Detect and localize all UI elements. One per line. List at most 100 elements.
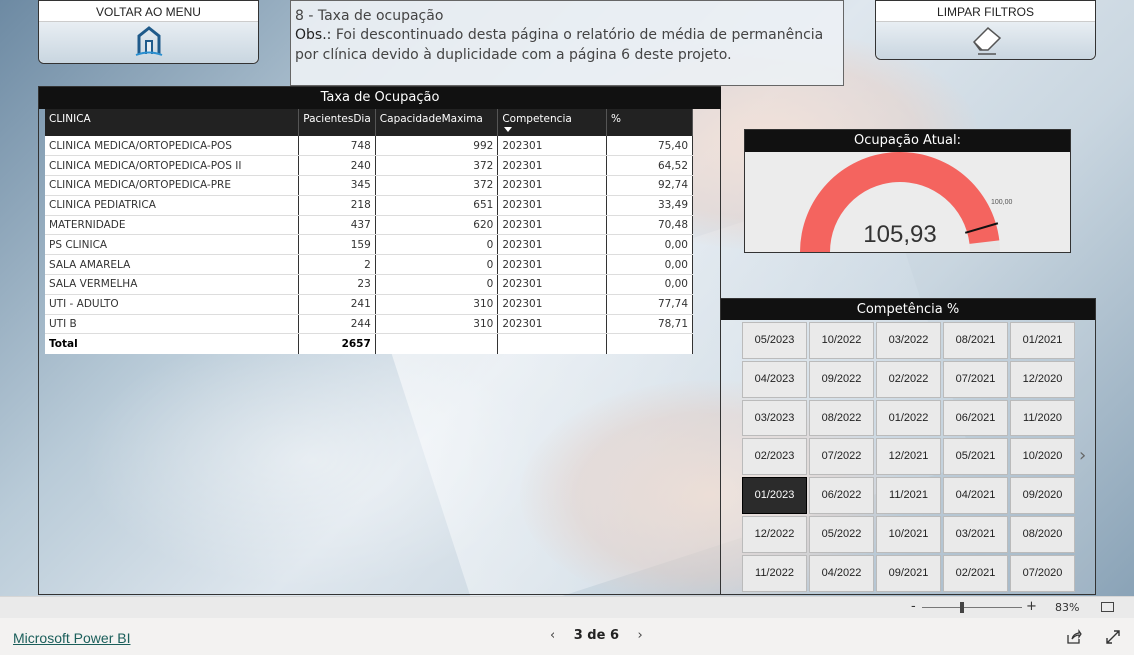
slicer-item[interactable]: 06/2021 xyxy=(943,399,1008,437)
table-row[interactable]: PS CLINICA 159 0 202301 0,00 xyxy=(45,234,693,256)
table-cell: SALA AMARELA xyxy=(45,254,300,276)
occupancy-table[interactable]: CLINICA PacientesDia CapacidadeMaxima Co… xyxy=(45,109,693,354)
table-cell: CLINICA MEDICA/ORTOPEDICA-POS II xyxy=(45,155,300,177)
zoom-slider-thumb[interactable] xyxy=(960,602,964,613)
slicer-item[interactable]: 09/2021 xyxy=(876,554,941,592)
table-row[interactable]: SALA AMARELA 2 0 202301 0,00 xyxy=(45,254,693,276)
table-cell: 202301 xyxy=(497,175,607,196)
slicer-item[interactable]: 04/2023 xyxy=(742,360,807,398)
occupancy-table-panel: Taxa de Ocupação CLINICA PacientesDia Ca… xyxy=(38,86,721,595)
slicer-item[interactable]: 09/2020 xyxy=(1010,477,1075,514)
slicer-item[interactable]: 01/2023 xyxy=(742,477,807,514)
report-canvas: VOLTAR AO MENU 8 - Taxa de ocupação Obs.… xyxy=(0,0,1134,596)
table-row[interactable]: MATERNIDADE 437 620 202301 70,48 xyxy=(45,215,693,236)
slicer-item[interactable]: 07/2020 xyxy=(1010,554,1075,592)
slicer-item[interactable]: 05/2022 xyxy=(809,515,874,553)
table-cell: 64,52 xyxy=(606,155,693,177)
page-note-label: Obs.: xyxy=(295,27,332,43)
back-to-menu-face[interactable] xyxy=(39,22,258,63)
slicer-item[interactable]: 06/2022 xyxy=(809,477,874,514)
table-cell: 202301 xyxy=(497,314,607,335)
slicer-item[interactable]: 01/2021 xyxy=(1010,322,1075,359)
table-cell: 2 xyxy=(298,254,376,276)
slicer-next-icon[interactable]: › xyxy=(1079,445,1086,466)
slicer-item[interactable]: 11/2021 xyxy=(876,477,941,514)
zoom-out-button[interactable]: - xyxy=(911,599,916,614)
clear-filters-face[interactable] xyxy=(876,22,1095,59)
page-indicator: 3 de 6 xyxy=(573,628,619,643)
slicer-item[interactable]: 03/2023 xyxy=(742,399,807,437)
slicer-item[interactable]: 10/2022 xyxy=(809,322,874,359)
slicer-item[interactable]: 10/2020 xyxy=(1010,438,1075,476)
slicer-title: Competência % xyxy=(721,299,1095,320)
footer-bar: Microsoft Power BI ‹ 3 de 6 › xyxy=(0,618,1134,655)
slicer-item[interactable]: 02/2023 xyxy=(742,438,807,476)
slicer-item[interactable]: 12/2022 xyxy=(742,515,807,553)
table-cell: 0 xyxy=(375,274,499,295)
table-cell: CLINICA PEDIATRICA xyxy=(45,195,300,216)
slicer-item[interactable]: 11/2020 xyxy=(1010,399,1075,437)
table-cell: 75,40 xyxy=(606,136,693,157)
back-to-menu-button[interactable]: VOLTAR AO MENU xyxy=(38,0,259,64)
zoom-in-button[interactable]: + xyxy=(1026,599,1037,614)
table-row[interactable]: SALA VERMELHA 23 0 202301 0,00 xyxy=(45,274,693,295)
table-cell: 0,00 xyxy=(606,274,693,295)
gauge-graphic: 100,00 105,93 xyxy=(800,152,1013,252)
next-page-button[interactable]: › xyxy=(624,628,657,643)
table-cell: 0 xyxy=(375,254,499,276)
slicer-item[interactable]: 07/2021 xyxy=(943,360,1008,398)
total-cell: 2657 xyxy=(298,333,376,354)
slicer-item[interactable]: 04/2022 xyxy=(809,554,874,592)
slicer-item[interactable]: 08/2022 xyxy=(809,399,874,437)
table-row[interactable]: UTI - ADULTO 241 310 202301 77,74 xyxy=(45,294,693,315)
slicer-item[interactable]: 08/2021 xyxy=(943,322,1008,359)
slicer-item[interactable]: 01/2022 xyxy=(876,399,941,437)
slicer-item[interactable]: 07/2022 xyxy=(809,438,874,476)
slicer-item[interactable]: 08/2020 xyxy=(1010,515,1075,553)
previous-page-button[interactable]: ‹ xyxy=(536,628,569,643)
slicer-item[interactable]: 03/2021 xyxy=(943,515,1008,553)
slicer-item[interactable]: 03/2022 xyxy=(876,322,941,359)
slicer-item[interactable]: 09/2022 xyxy=(809,360,874,398)
slicer-item[interactable]: 12/2020 xyxy=(1010,360,1075,398)
fit-to-page-icon[interactable] xyxy=(1101,602,1114,612)
table-cell: 202301 xyxy=(497,254,607,276)
table-cell: MATERNIDADE xyxy=(45,215,300,236)
table-row[interactable]: CLINICA MEDICA/ORTOPEDICA-POS II 240 372 20… xyxy=(45,155,693,177)
occupancy-gauge[interactable]: Ocupação Atual: 100,00 105,93 xyxy=(744,129,1071,253)
share-icon[interactable] xyxy=(1066,629,1082,645)
slicer-item[interactable]: 10/2021 xyxy=(876,515,941,553)
table-cell: 748 xyxy=(298,136,376,157)
table-row[interactable]: CLINICA MEDICA/ORTOPEDICA-PRE 345 372 20230… xyxy=(45,175,693,196)
column-header-competencia-label: Competencia xyxy=(502,113,572,125)
slicer-item[interactable]: 11/2022 xyxy=(742,554,807,592)
table-cell: 345 xyxy=(298,175,376,196)
clear-filters-button[interactable]: LIMPAR FILTROS xyxy=(875,0,1096,60)
column-header-capacidademaxima[interactable]: CapacidadeMaxima xyxy=(375,109,499,136)
table-cell: 202301 xyxy=(497,274,607,295)
slicer-item[interactable]: 02/2022 xyxy=(876,360,941,398)
power-bi-link[interactable]: Microsoft Power BI xyxy=(13,630,130,646)
fullscreen-icon[interactable] xyxy=(1105,629,1121,645)
table-cell: 620 xyxy=(375,215,499,236)
slicer-item[interactable]: 05/2023 xyxy=(742,322,807,359)
table-cell: CLINICA MEDICA/ORTOPEDICA-POS xyxy=(45,136,300,157)
table-cell: 651 xyxy=(375,195,499,216)
table-row[interactable]: CLINICA MEDICA/ORTOPEDICA-POS 748 992 20230… xyxy=(45,136,693,157)
table-cell: 202301 xyxy=(497,136,607,157)
table-cell: 0,00 xyxy=(606,254,693,276)
zoom-percent: 83% xyxy=(1055,601,1080,614)
table-row[interactable]: UTI B 244 310 202301 78,71 xyxy=(45,314,693,335)
column-header-competencia[interactable]: Competencia xyxy=(497,109,607,136)
total-cell xyxy=(497,333,607,354)
slicer-item[interactable]: 05/2021 xyxy=(943,438,1008,476)
column-header-pacientesdia[interactable]: PacientesDia xyxy=(298,109,376,136)
table-row[interactable]: CLINICA PEDIATRICA 218 651 202301 33,49 xyxy=(45,195,693,216)
column-header-percent[interactable]: % xyxy=(606,109,693,136)
slicer-item[interactable]: 12/2021 xyxy=(876,438,941,476)
slicer-item[interactable]: 04/2021 xyxy=(943,477,1008,514)
total-cell: Total xyxy=(45,333,300,354)
zoom-slider-track[interactable] xyxy=(922,607,1022,608)
column-header-clinica[interactable]: CLINICA xyxy=(45,109,300,136)
slicer-item[interactable]: 02/2021 xyxy=(943,554,1008,592)
